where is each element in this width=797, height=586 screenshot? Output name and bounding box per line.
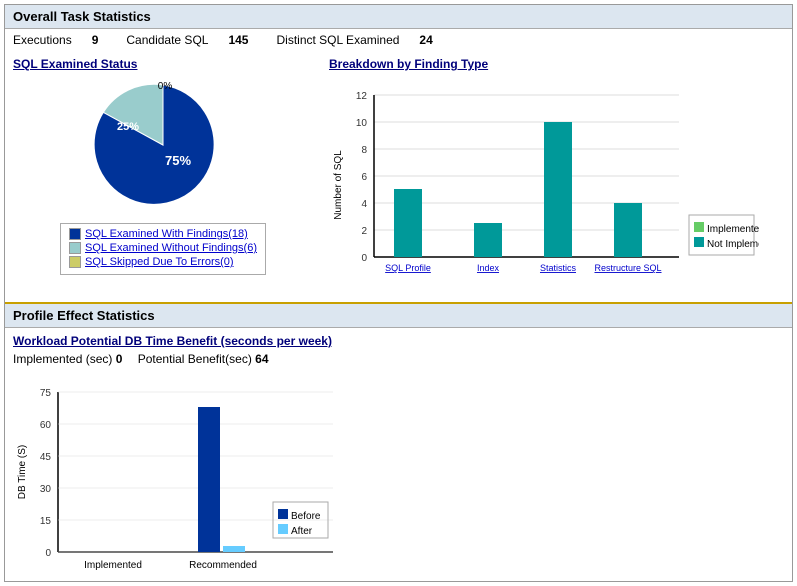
svg-text:12: 12 (356, 91, 368, 102)
legend-impl-color (694, 222, 704, 232)
svg-text:4: 4 (361, 199, 367, 210)
legend-item-1: SQL Examined Without Findings(6) (69, 242, 257, 254)
svg-text:0: 0 (361, 253, 367, 264)
profile-svg: DB Time (S) 0 15 30 45 60 (13, 372, 433, 572)
impl-sec-value: 0 (116, 352, 123, 366)
executions-value: 9 (92, 33, 99, 47)
pie-chart-box: SQL Examined Status 0% 25% 75% SQL Exami… (13, 57, 313, 298)
after-legend-color (278, 524, 288, 534)
legend-color-2 (69, 256, 81, 268)
svg-text:0: 0 (45, 548, 51, 559)
candidate-value: 145 (228, 33, 248, 47)
legend-color-1 (69, 242, 81, 254)
overall-title: Overall Task Statistics (13, 9, 151, 24)
bar-recommended-before (198, 407, 220, 552)
svg-text:Before: Before (291, 511, 321, 522)
profile-section: Profile Effect Statistics Workload Poten… (5, 304, 792, 581)
distinct-label: Distinct SQL Examined (276, 33, 399, 47)
svg-text:2: 2 (361, 226, 367, 237)
svg-text:45: 45 (40, 452, 52, 463)
svg-text:6: 6 (361, 172, 367, 183)
overall-header: Overall Task Statistics (5, 5, 792, 29)
pie-svg: 0% 25% 75% (83, 75, 243, 215)
svg-text:15: 15 (40, 516, 52, 527)
profile-y-label: DB Time (S) (17, 445, 28, 499)
pie-label-75: 75% (165, 153, 191, 168)
before-legend-color (278, 509, 288, 519)
impl-sec-label: Implemented (sec) (13, 352, 112, 366)
legend-color-0 (69, 228, 81, 240)
bar-sqlprofile-notimpl (394, 189, 422, 257)
bar-statistics-notimpl (544, 122, 572, 257)
candidate-label: Candidate SQL (126, 33, 208, 47)
pie-label-25: 25% (117, 121, 139, 133)
svg-text:75: 75 (40, 388, 52, 399)
distinct-value: 24 (419, 33, 432, 47)
svg-text:SQL Profile[interactable]: SQL Profile (385, 263, 431, 273)
legend-notimpl-color (694, 237, 704, 247)
breakdown-title: Breakdown by Finding Type (329, 57, 784, 71)
profile-stats-row: Implemented (sec) 0 Potential Benefit(se… (13, 352, 784, 366)
potential-label: Potential Benefit(sec) (138, 352, 252, 366)
y-axis-label: Number of SQL (333, 150, 344, 220)
sql-status-title: SQL Examined Status (13, 57, 313, 71)
bar-index-notimpl (474, 223, 502, 257)
svg-text:Implemented: Implemented (84, 560, 142, 571)
legend-label-0[interactable]: SQL Examined With Findings(18) (85, 228, 248, 240)
charts-row: SQL Examined Status 0% 25% 75% SQL Exami… (5, 53, 792, 302)
profile-chart-title: Workload Potential DB Time Benefit (seco… (13, 334, 784, 348)
svg-text:Not Implemented: Not Implemented (707, 239, 759, 250)
potential-value: 64 (255, 352, 268, 366)
svg-text:10: 10 (356, 118, 368, 129)
legend-label-2[interactable]: SQL Skipped Due To Errors(0) (85, 256, 234, 268)
legend-item-0: SQL Examined With Findings(18) (69, 228, 257, 240)
pie-legend: SQL Examined With Findings(18) SQL Exami… (60, 223, 266, 275)
profile-body: Workload Potential DB Time Benefit (seco… (5, 328, 792, 581)
svg-text:8: 8 (361, 145, 367, 156)
svg-text:After: After (291, 526, 313, 537)
pie-label-0: 0% (158, 81, 173, 92)
bar-restructure-notimpl (614, 203, 642, 257)
svg-text:Restructure SQL[interactable]: Restructure SQL (594, 263, 661, 273)
legend-item-2: SQL Skipped Due To Errors(0) (69, 256, 257, 268)
summary-row: Executions 9 Candidate SQL 145 Distinct … (5, 29, 792, 53)
bar-recommended-after (223, 546, 245, 552)
executions-label: Executions (13, 33, 72, 47)
bar-chart-box: Breakdown by Finding Type Number of SQL … (329, 57, 784, 298)
pie-area: 0% 25% 75% SQL Examined With Findings(18… (13, 75, 313, 275)
svg-text:60: 60 (40, 420, 52, 431)
svg-text:Implemented: Implemented (707, 224, 759, 235)
main-container: Overall Task Statistics Executions 9 Can… (4, 4, 793, 582)
svg-text:Statistics[interactable]: Statistics (540, 263, 577, 273)
svg-text:Recommended: Recommended (189, 560, 257, 571)
breakdown-svg: Number of SQL 12 10 8 6 4 2 0 (329, 75, 759, 295)
legend-label-1[interactable]: SQL Examined Without Findings(6) (85, 242, 257, 254)
profile-header: Profile Effect Statistics (5, 304, 792, 328)
svg-text:Index[interactable]: Index (477, 263, 500, 273)
svg-text:30: 30 (40, 484, 52, 495)
profile-title: Profile Effect Statistics (13, 308, 155, 323)
